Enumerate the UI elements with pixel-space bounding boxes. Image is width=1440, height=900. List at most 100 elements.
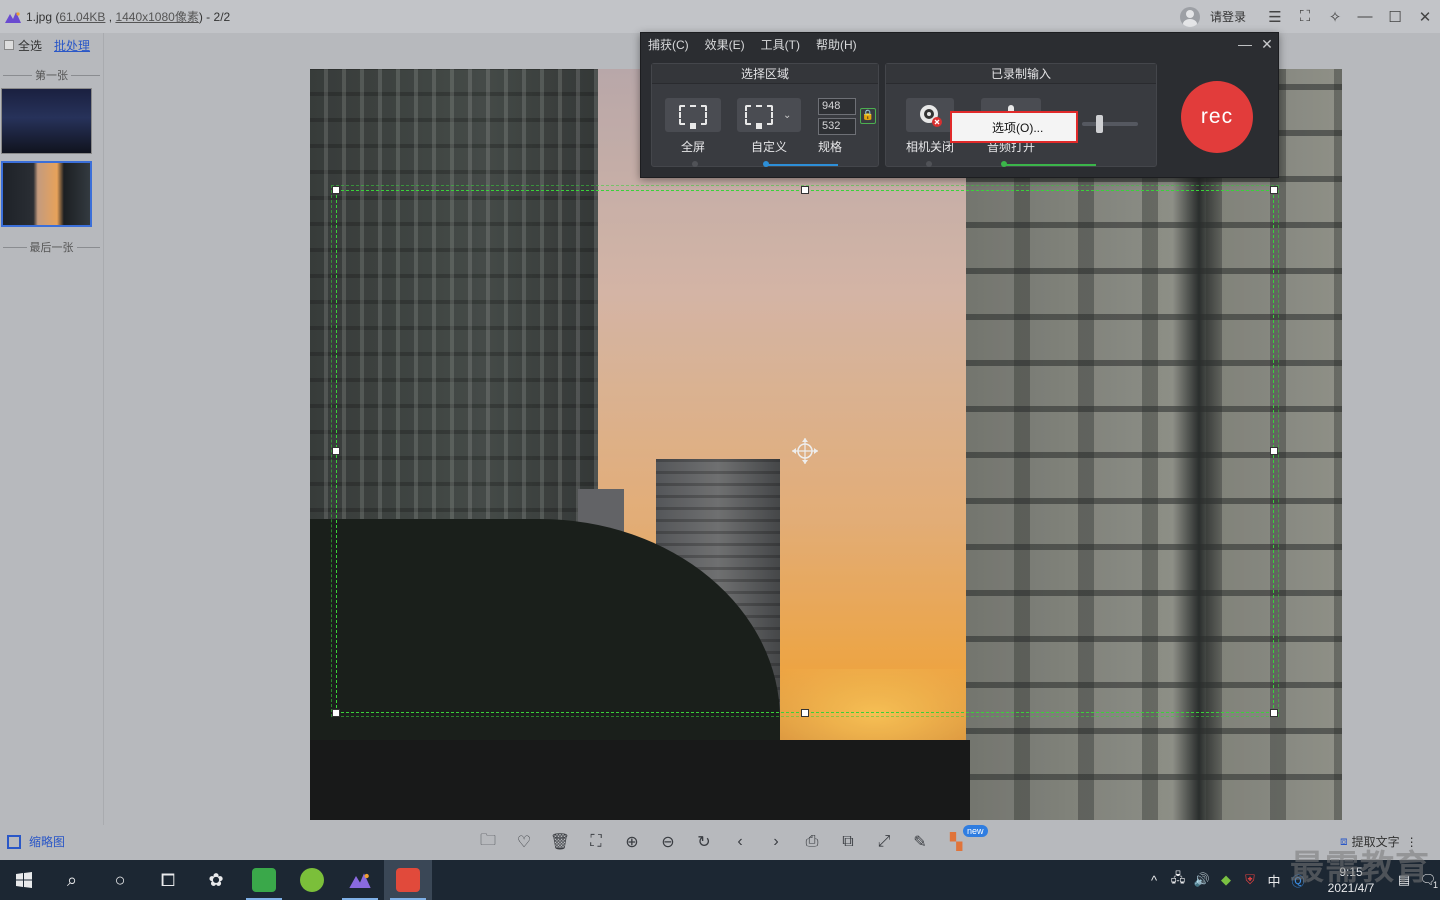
fullscreen-monitor-icon [679, 105, 707, 129]
close-icon[interactable]: ✕ [1410, 0, 1440, 33]
viewer-bottom-toolbar: 缩略图 🗀 ♡ 🗑 ⛶ ⊕ ⊖ ↻ ‹ › ⎙ ⧉ ⤢ ✎ ▚ new ⧈ 提取… [0, 825, 1440, 860]
recorded-input-title: 已录制输入 [886, 64, 1156, 84]
input-slider-dot-2[interactable] [1001, 161, 1007, 167]
area-slider-dot-1[interactable] [692, 161, 698, 167]
thumbnail-panel: 全选 批处理 第一张 最后一张 [0, 33, 104, 825]
options-context-menu: 选项(O)... [950, 111, 1078, 143]
select-area-group: 选择区域 全屏 ⌄ 自定义 948 532 🔒 规格 [651, 63, 879, 167]
select-all-label[interactable]: 全选 [18, 37, 42, 54]
pinwheel-app-icon[interactable]: ✿ [192, 860, 240, 900]
custom-dropdown-chevron-icon[interactable]: ⌄ [783, 110, 791, 121]
menu-icon[interactable]: ☰ [1260, 0, 1290, 33]
avatar[interactable] [1179, 6, 1200, 27]
cortana-circle-icon[interactable]: ○ [96, 860, 144, 900]
recorder-close-icon[interactable]: ✕ [1257, 35, 1277, 53]
resize-handle-bottom-right[interactable] [1270, 709, 1278, 717]
custom-label: 自定义 [750, 140, 787, 154]
lock-aspect-icon[interactable]: 🔒 [860, 108, 876, 124]
resize-handle-top-left[interactable] [332, 186, 340, 194]
volume-slider[interactable] [1082, 115, 1138, 133]
edit-icon[interactable]: ✎ [902, 829, 938, 855]
camera-off-icon [920, 105, 942, 127]
custom-area-button[interactable]: ⌄ 自定义 [737, 98, 801, 155]
previous-chevron-icon[interactable]: ‹ [722, 829, 758, 855]
tray-expand-chevron-icon[interactable]: ^ [1142, 873, 1166, 888]
photo-ground [310, 740, 970, 820]
recorder-menu-bar: 捕获(C) 效果(E) 工具(T) 帮助(H) [641, 33, 1278, 55]
file-size[interactable]: 61.04KB [59, 10, 105, 24]
image-resolution[interactable]: 1440x1080像素 [115, 10, 198, 24]
menu-tools[interactable]: 工具(T) [761, 36, 800, 53]
security-shield-icon[interactable]: ⛨ [1238, 872, 1262, 888]
zoom-out-icon[interactable]: ⊖ [650, 829, 686, 855]
network-icon[interactable]: 🖧 [1166, 869, 1190, 891]
record-button[interactable]: rec [1181, 81, 1253, 153]
print-icon[interactable]: ⎙ [794, 829, 830, 855]
resize-handle-left[interactable] [332, 447, 340, 455]
zoom-in-icon[interactable]: ⊕ [614, 829, 650, 855]
volume-slider-thumb[interactable] [1096, 115, 1103, 133]
screenshot-compare-icon[interactable]: ⧉ [830, 829, 866, 855]
fullscreen-label: 全屏 [680, 140, 705, 154]
watermark-text: 最需教育 [1290, 848, 1430, 888]
resize-handle-top[interactable] [801, 186, 809, 194]
nvidia-icon[interactable]: ◆ [1214, 872, 1238, 888]
area-slider-dot-2[interactable] [763, 161, 769, 167]
task-view-icon[interactable]: ⧠ [144, 860, 192, 900]
windows-taskbar: ⌕ ○ ⧠ ✿ ^ 🖧 🔊 ◆ ⛨ 中 Ⓠ 9:15 2021/4/7 ▤ 🗨 1 [0, 860, 1440, 900]
page-counter: 2/2 [213, 10, 231, 24]
recorder-minimize-icon[interactable]: — [1235, 35, 1255, 53]
crop-icon[interactable]: ⛶ [578, 829, 614, 855]
window-title: 1.jpg (61.04KB , 1440x1080像素) - 2/2 [26, 10, 231, 24]
favorite-heart-icon[interactable]: ♡ [506, 829, 542, 855]
custom-monitor-icon [745, 105, 773, 129]
input-slider-track [1004, 164, 1096, 166]
move-crosshair-icon[interactable] [791, 437, 819, 465]
thumbnails-label: 缩略图 [29, 835, 66, 849]
height-input[interactable]: 532 [818, 118, 856, 135]
input-slider-dot-1[interactable] [926, 161, 932, 167]
volume-icon[interactable]: 🔊 [1190, 872, 1214, 888]
fullscreen-button[interactable]: 全屏 [665, 98, 721, 155]
thumbnails-icon [7, 834, 21, 849]
thumbnail-image-2[interactable] [1, 161, 92, 227]
area-slider-track [766, 164, 838, 166]
width-input[interactable]: 948 [818, 98, 856, 115]
options-menu-item[interactable]: 选项(O)... [992, 119, 1043, 136]
rotate-icon[interactable]: ↻ [686, 829, 722, 855]
new-badge: new [963, 825, 988, 837]
minimize-icon[interactable]: — [1350, 0, 1380, 33]
select-all-checkbox[interactable] [4, 40, 14, 50]
last-image-label: 最后一张 [29, 242, 74, 254]
recorder-app-icon[interactable] [384, 860, 432, 900]
menu-capture[interactable]: 捕获(C) [648, 36, 689, 53]
resize-handle-bottom[interactable] [801, 709, 809, 717]
melon-app-icon[interactable] [288, 860, 336, 900]
start-windows-icon[interactable] [0, 860, 48, 900]
thumbnail-image-1[interactable] [1, 88, 92, 154]
menu-effects[interactable]: 效果(E) [705, 36, 745, 53]
search-icon[interactable]: ⌕ [48, 860, 96, 900]
login-link[interactable]: 请登录 [1210, 8, 1246, 25]
image-viewer-logo-icon [0, 0, 26, 33]
camtasia-green-app-icon[interactable] [240, 860, 288, 900]
ime-indicator[interactable]: 中 [1262, 871, 1286, 890]
next-chevron-icon[interactable]: › [758, 829, 794, 855]
pin-icon[interactable]: ✧ [1320, 0, 1350, 33]
camera-label: 相机关闭 [905, 140, 954, 154]
fullscreen-icon[interactable]: ⛶ [1290, 0, 1320, 33]
maximize-icon[interactable]: ☐ [1380, 0, 1410, 33]
image-viewer-app-icon[interactable] [336, 860, 384, 900]
fit-screen-icon[interactable]: ⤢ [866, 829, 902, 855]
notification-count: 1 [1432, 880, 1438, 890]
delete-trash-icon[interactable]: 🗑 [542, 829, 578, 855]
spec-label: 规格 [817, 140, 842, 154]
open-folder-icon[interactable]: 🗀 [470, 829, 506, 855]
first-image-divider: 第一张 [0, 62, 103, 88]
resize-handle-bottom-left[interactable] [332, 709, 340, 717]
resize-handle-top-right[interactable] [1270, 186, 1278, 194]
resize-handle-right[interactable] [1270, 447, 1278, 455]
thumbnails-toggle-button[interactable]: 缩略图 [7, 833, 65, 850]
menu-help[interactable]: 帮助(H) [816, 36, 857, 53]
batch-process-link[interactable]: 批处理 [54, 37, 90, 54]
